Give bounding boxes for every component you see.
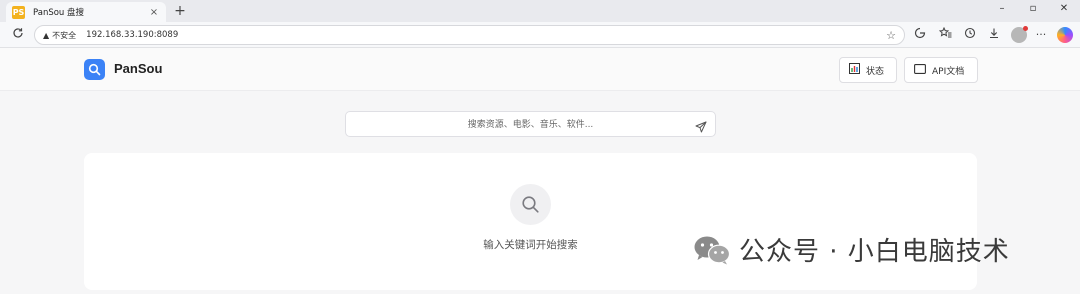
url-text[interactable]: 192.168.33.190:8089 [86, 30, 178, 40]
tab-strip: PS PanSou 盘搜 × + – ▫ ✕ [0, 0, 1080, 22]
more-menu-icon[interactable]: ··· [1033, 27, 1049, 43]
send-icon[interactable] [695, 118, 707, 137]
empty-state-search-icon [510, 184, 551, 225]
new-tab-icon[interactable]: + [172, 2, 188, 20]
history-icon[interactable] [962, 27, 978, 43]
copilot-icon[interactable] [1057, 27, 1073, 43]
tab-title: PanSou 盘搜 [33, 8, 85, 18]
warning-icon[interactable]: ▲ [43, 31, 49, 40]
profile-avatar[interactable] [1011, 26, 1028, 43]
address-bar[interactable]: ▲ 不安全 192.168.33.190:8089 ☆ [34, 25, 905, 45]
minimize-icon[interactable]: – [996, 3, 1008, 14]
wechat-icon [693, 235, 731, 265]
not-secure-label[interactable]: 不安全 [52, 30, 76, 41]
api-docs-button-label: API文档 [932, 66, 965, 77]
bar-chart-icon [849, 63, 860, 77]
browser-toolbar: ▲ 不安全 192.168.33.190:8089 ☆ ··· [0, 22, 1080, 48]
download-icon[interactable] [986, 27, 1002, 43]
document-icon [914, 63, 926, 77]
tab-close-icon[interactable]: × [148, 7, 160, 18]
site-favicon-icon: PS [12, 5, 25, 19]
favorite-star-icon[interactable]: ☆ [886, 29, 896, 42]
notification-dot [1023, 26, 1028, 31]
results-card: 输入关键词开始搜索 [84, 153, 977, 290]
window-controls: – ▫ ✕ [996, 3, 1070, 14]
status-button[interactable]: 状态 [839, 57, 897, 83]
status-button-label: 状态 [866, 66, 885, 77]
logo-search-icon[interactable] [84, 59, 105, 80]
browser-essentials-icon[interactable] [912, 27, 928, 43]
maximize-icon[interactable]: ▫ [1027, 3, 1039, 14]
api-docs-button[interactable]: API文档 [904, 57, 978, 83]
reload-icon[interactable] [10, 27, 26, 43]
watermark: 公众号 · 小白电脑技术 [693, 231, 1010, 268]
page-content: PanSou 状态 API文档 输入关键词开始搜索 [0, 48, 1080, 294]
site-header: PanSou 状态 API文档 [0, 48, 1080, 91]
brand-name[interactable]: PanSou [114, 61, 162, 76]
favorites-icon[interactable] [937, 26, 953, 43]
watermark-text: 公众号 · 小白电脑技术 [739, 237, 1010, 267]
search-input[interactable] [346, 113, 715, 137]
browser-tab[interactable]: PS PanSou 盘搜 × [6, 2, 166, 22]
search-box [345, 111, 716, 137]
window-close-icon[interactable]: ✕ [1058, 3, 1070, 14]
